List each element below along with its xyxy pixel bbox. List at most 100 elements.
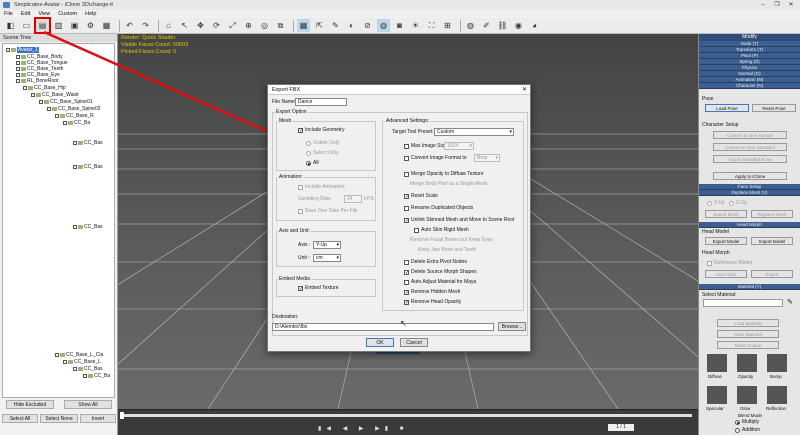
browse-button[interactable]: Browse... (498, 322, 526, 331)
minimize-button[interactable]: – (756, 0, 770, 10)
open-folder-icon[interactable]: ▤ (34, 17, 51, 34)
rename-duplicated-checkbox[interactable]: Rename Duplicated Objects (404, 205, 473, 211)
frame-icon[interactable]: ⊞ (441, 19, 454, 32)
remove-head-opacity-checkbox[interactable]: ✓ Remove Head Opacity (404, 299, 461, 305)
visible-only-radio[interactable]: Visible Only (306, 140, 339, 146)
select-arrow-icon[interactable]: ↖ (178, 19, 191, 32)
tree-item[interactable]: CC_Base_Spine01 (39, 99, 93, 105)
tree-item[interactable]: CC_Bas (73, 224, 103, 230)
move-icon[interactable]: ✥ (194, 19, 207, 32)
tree-item[interactable]: CC_Bas (73, 140, 103, 146)
show-all-button[interactable]: Show All (64, 400, 112, 409)
render-icon[interactable]: ◉ (512, 19, 525, 32)
sphere-icon[interactable]: ◕ (528, 19, 541, 32)
morph-icon[interactable]: ◐ (345, 19, 358, 32)
menu-edit[interactable]: Edit (21, 10, 30, 18)
pivot-icon[interactable]: ◎ (258, 19, 271, 32)
save-one-take-checkbox[interactable]: Save One Take Per File (298, 208, 358, 214)
max-image-size-checkbox[interactable]: Max Image Size (404, 143, 447, 149)
globe-icon[interactable]: ◍ (464, 19, 477, 32)
gear-icon[interactable]: ⚙ (84, 19, 97, 32)
shirt-icon[interactable]: ▦ (100, 19, 113, 32)
tree-item[interactable]: RL_BoneRoot (16, 78, 58, 84)
menu-view[interactable]: View (38, 10, 50, 18)
specular-thumbnail[interactable] (707, 386, 727, 404)
reference-model-checkbox[interactable]: Reference Model (707, 260, 752, 266)
export-model-button[interactable]: Export Model (705, 237, 747, 245)
playback-controls[interactable]: ▮◀ ◀ ▶ ▶▮ ■ (318, 425, 408, 432)
auto-skin-checkbox[interactable]: Auto Skin Rigid Mesh (414, 227, 469, 233)
convert-format-select[interactable]: Bmp ▾ (474, 154, 500, 162)
all-radio[interactable]: All (306, 160, 319, 166)
light-icon[interactable]: ☀ (409, 19, 422, 32)
multiply-radio[interactable]: Multiply (735, 419, 759, 425)
destination-input[interactable]: D:\Alembic\fbx (272, 323, 494, 331)
delete-pivot-checkbox[interactable]: Delete Extra Pivot Nodes (404, 259, 467, 265)
embed-texture-checkbox[interactable]: ✓ Embed Texture (298, 285, 339, 291)
maximize-button[interactable]: ❐ (770, 0, 784, 10)
convert-image-format-checkbox[interactable]: Convert Image Format to (404, 155, 467, 161)
tree-item[interactable]: CC_Ba (83, 373, 110, 379)
menu-custom[interactable]: Custom (58, 10, 77, 18)
dialog-close-icon[interactable]: ✕ (522, 86, 527, 93)
timeline-track[interactable] (122, 414, 692, 417)
menu-file[interactable]: File (4, 10, 13, 18)
target-preset-select[interactable]: Custom ▾ (434, 128, 514, 136)
cancel-button[interactable]: Cancel (400, 338, 428, 347)
tree-item[interactable]: CC_Base_Waist (31, 92, 79, 98)
bump-thumbnail[interactable] (767, 354, 787, 372)
select-only-radio[interactable]: Select Only (306, 150, 339, 156)
y-up-radio[interactable]: Y-Up (707, 200, 725, 206)
export-icon[interactable]: ▥ (52, 19, 65, 32)
close-window-button[interactable]: ✕ (784, 0, 798, 10)
redo-icon[interactable]: ↷ (139, 19, 152, 32)
addition-radio[interactable]: Addition (735, 427, 760, 433)
menu-help[interactable]: Help (85, 10, 96, 18)
z-up-radio[interactable]: Z-Up (729, 200, 747, 206)
save-material-button[interactable]: Save Material (717, 330, 779, 338)
file-name-input[interactable]: Dance (295, 98, 347, 106)
tree-item[interactable]: CC_Bas (73, 164, 103, 170)
tree-item[interactable]: CC_Base_Hip (23, 85, 66, 91)
new-icon[interactable]: ▭ (20, 19, 33, 32)
reset-scale-checkbox[interactable]: ✓ Reset Scale (404, 193, 438, 199)
save-icon[interactable]: ▣ (68, 19, 81, 32)
glow-thumbnail[interactable] (737, 386, 757, 404)
tree-item[interactable]: CC_Ba (63, 120, 90, 126)
merge-opacity-checkbox[interactable]: Merge Opacity to Diffuse Texture (404, 171, 484, 177)
tree-item[interactable]: CC_Base_R (55, 113, 94, 119)
rotate-icon[interactable]: ⟳ (210, 19, 223, 32)
tree-item[interactable]: CC_Base_L_Cla (55, 352, 103, 358)
max-image-size-select[interactable]: 1024 ▾ (444, 142, 474, 150)
fit-icon[interactable]: ⛶ (425, 19, 438, 32)
remove-hidden-checkbox[interactable]: ✓ Remove Hidden Mesh (404, 289, 460, 295)
grid-icon[interactable]: ▦ (297, 19, 310, 32)
include-geometry-checkbox[interactable]: ✓ Include Geometry (298, 127, 344, 133)
select-all-button[interactable]: Select All (2, 414, 38, 423)
include-animation-checkbox[interactable]: Include Animation (298, 184, 344, 190)
convert-non-human-button[interactable]: Convert to Non-Human (713, 131, 787, 139)
local-icon[interactable]: ⊕ (242, 19, 255, 32)
undo-icon[interactable]: ↶ (123, 19, 136, 32)
ok-button[interactable]: OK (366, 338, 394, 347)
section-replace-mesh[interactable]: Replace Mesh (V) (699, 190, 800, 196)
pick-icon[interactable]: ⇱ (313, 19, 326, 32)
scale-icon[interactable]: ⤢ (226, 19, 239, 32)
export-mesh-button[interactable]: Export Mesh (705, 210, 747, 218)
paint-icon[interactable]: ✎ (329, 19, 342, 32)
tree-item[interactable]: Avatar_1 (6, 47, 39, 53)
make-unique-button[interactable]: Make Unique (717, 341, 779, 349)
timeline-slider[interactable] (120, 412, 124, 419)
snap-icon[interactable]: ⧉ (274, 19, 287, 32)
export-morph-button[interactable]: Export (751, 270, 793, 278)
adjust-bone-button[interactable]: Adjust Standard Bone (713, 155, 787, 163)
camera-icon[interactable]: ◙ (393, 19, 406, 32)
frame-counter[interactable]: 1 / 1 (608, 424, 634, 431)
axis-select[interactable]: Y-Up ▾ (313, 241, 341, 249)
invert-button[interactable]: Invert (80, 414, 116, 423)
delete-morph-checkbox[interactable]: ✓ Delete Source Morph Shapes (404, 269, 477, 275)
sampling-rate-input[interactable]: 24 (344, 195, 362, 203)
unit-select[interactable]: cm ▾ (313, 254, 341, 262)
home-icon[interactable]: ⌂ (162, 19, 175, 32)
diffuse-thumbnail[interactable] (707, 354, 727, 372)
